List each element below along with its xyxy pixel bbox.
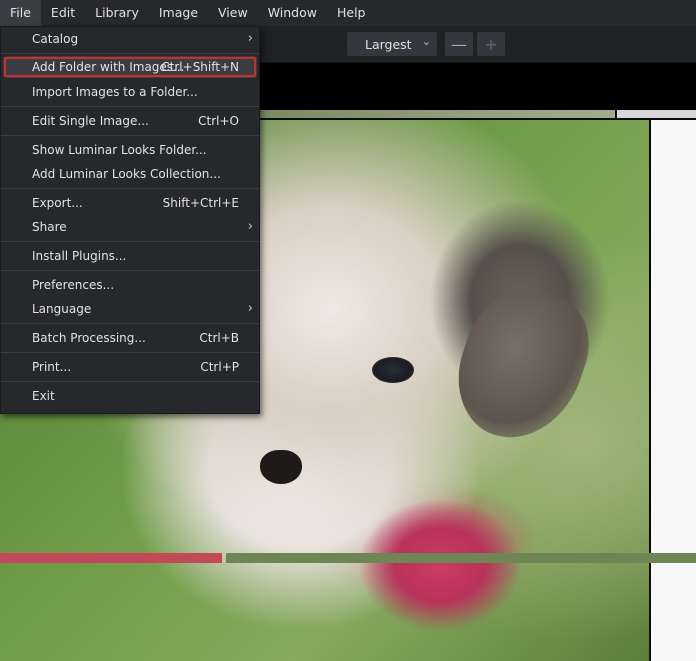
- menu-item-exit[interactable]: Exit: [1, 384, 259, 408]
- menu-library[interactable]: Library: [85, 0, 149, 26]
- menu-separator: [1, 135, 259, 136]
- menu-item-catalog[interactable]: Catalog ›: [1, 27, 259, 51]
- menu-item-label: Preferences...: [32, 278, 115, 292]
- chevron-down-icon: ⌄: [421, 35, 431, 48]
- menu-view[interactable]: View: [208, 0, 258, 26]
- thumbnail-bottom-left-partial[interactable]: [0, 553, 222, 563]
- menu-item-batch-processing[interactable]: Batch Processing... Ctrl+B: [1, 326, 259, 350]
- menu-edit[interactable]: Edit: [41, 0, 85, 26]
- menu-item-install-plugins[interactable]: Install Plugins...: [1, 244, 259, 268]
- menu-item-label: Language: [32, 302, 92, 316]
- menu-item-shortcut: Ctrl+B: [199, 331, 239, 345]
- menu-item-preferences[interactable]: Preferences...: [1, 273, 259, 297]
- menu-help[interactable]: Help: [327, 0, 376, 26]
- thumbnail-right-partial[interactable]: [651, 120, 696, 661]
- menu-item-label: Share: [32, 220, 67, 234]
- menu-bar: File Edit Library Image View Window Help: [0, 0, 696, 26]
- thumbnail-bottom-right-partial[interactable]: [226, 553, 696, 563]
- menu-window[interactable]: Window: [258, 0, 327, 26]
- dog-collar: [360, 500, 520, 630]
- menu-item-label: Add Luminar Looks Collection...: [32, 167, 221, 181]
- menu-separator: [1, 381, 259, 382]
- menu-item-export[interactable]: Export... Shift+Ctrl+E: [1, 191, 259, 215]
- menu-item-add-folder-with-images[interactable]: Add Folder with Images... Ctrl+Shift+N: [3, 56, 257, 78]
- menu-item-label: Batch Processing...: [32, 331, 146, 345]
- menu-item-print[interactable]: Print... Ctrl+P: [1, 355, 259, 379]
- menu-item-shortcut: Ctrl+Shift+N: [161, 60, 239, 74]
- menu-separator: [1, 270, 259, 271]
- menu-separator: [1, 352, 259, 353]
- menu-image[interactable]: Image: [149, 0, 208, 26]
- menu-separator: [1, 53, 259, 54]
- dog-nose: [260, 450, 302, 484]
- chevron-right-icon: ›: [247, 31, 253, 46]
- menu-item-label: Install Plugins...: [32, 249, 127, 263]
- menu-separator: [1, 188, 259, 189]
- dog-eye: [372, 357, 414, 383]
- menu-separator: [1, 323, 259, 324]
- menu-item-label: Catalog: [32, 32, 79, 46]
- menu-item-add-luminar-looks-collection[interactable]: Add Luminar Looks Collection...: [1, 162, 259, 186]
- menu-file[interactable]: File: [0, 0, 41, 26]
- menu-separator: [1, 106, 259, 107]
- menu-item-show-luminar-looks-folder[interactable]: Show Luminar Looks Folder...: [1, 138, 259, 162]
- menu-item-share[interactable]: Share ›: [1, 215, 259, 239]
- menu-item-label: Print...: [32, 360, 72, 374]
- menu-item-import-images[interactable]: Import Images to a Folder...: [1, 80, 259, 104]
- menu-item-shortcut: Shift+Ctrl+E: [162, 196, 239, 210]
- zoom-out-button[interactable]: —: [445, 32, 473, 56]
- zoom-in-button[interactable]: +: [477, 32, 505, 56]
- thumbnail-top-partial[interactable]: [258, 110, 615, 118]
- menu-item-label: Import Images to a Folder...: [32, 85, 198, 99]
- menu-item-shortcut: Ctrl+P: [200, 360, 239, 374]
- menu-item-label: Edit Single Image...: [32, 114, 149, 128]
- menu-item-language[interactable]: Language ›: [1, 297, 259, 321]
- thumbnail-size-value: Largest: [365, 36, 412, 52]
- file-menu-dropdown: Catalog › Add Folder with Images... Ctrl…: [0, 26, 260, 414]
- dog-ear: [441, 275, 603, 455]
- thumbnail-size-select[interactable]: Largest ⌄: [347, 32, 437, 56]
- menu-item-label: Show Luminar Looks Folder...: [32, 143, 207, 157]
- chevron-right-icon: ›: [247, 301, 253, 316]
- chevron-right-icon: ›: [247, 219, 253, 234]
- menu-item-label: Exit: [32, 389, 55, 403]
- menu-item-shortcut: Ctrl+O: [198, 114, 239, 128]
- menu-item-edit-single-image[interactable]: Edit Single Image... Ctrl+O: [1, 109, 259, 133]
- menu-item-label: Export...: [32, 196, 83, 210]
- menu-separator: [1, 241, 259, 242]
- thumbnail-top-right-partial[interactable]: [617, 110, 696, 118]
